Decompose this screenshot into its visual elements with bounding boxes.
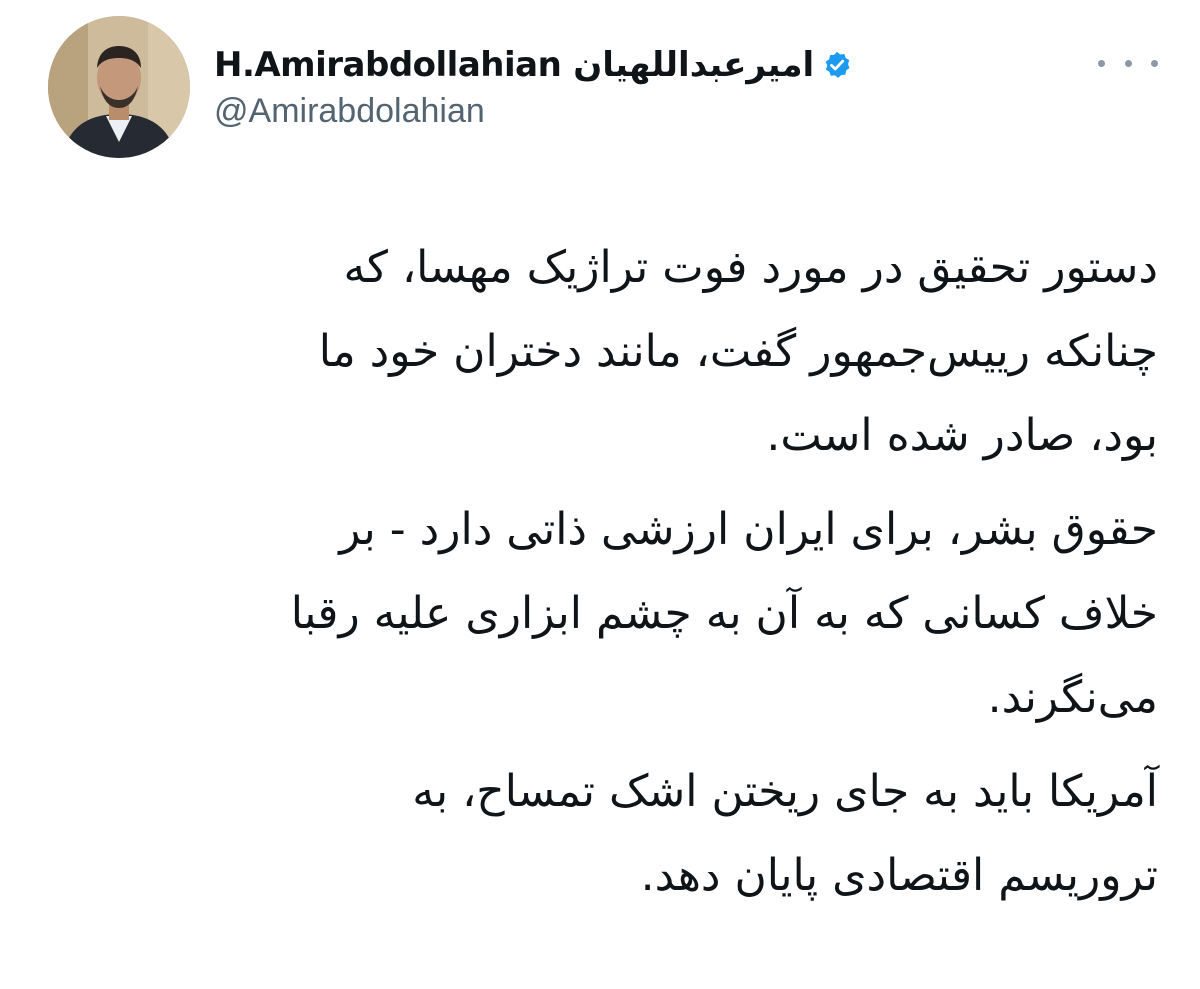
author-names: H.Amirabdollahian امیرعبداللهیان @Amirab… xyxy=(214,42,852,142)
name-row[interactable]: H.Amirabdollahian امیرعبداللهیان xyxy=(214,42,852,88)
tweet-paragraph-3: آمریکا باید به جای ریختن اشک تمساح، به ت… xyxy=(48,750,1158,918)
tweet-line: خلاف کسانی که به آن به چشم ابزاری علیه ر… xyxy=(290,588,1158,639)
display-name-latin[interactable]: H.Amirabdollahian xyxy=(214,45,562,85)
avatar-photo xyxy=(48,16,190,158)
avatar[interactable] xyxy=(48,16,190,158)
tweet-line: دستور تحقیق در مورد فوت تراژیک مهسا، که xyxy=(343,242,1158,293)
verified-badge-icon xyxy=(822,50,852,80)
tweet-text: دستور تحقیق در مورد فوت تراژیک مهسا، که … xyxy=(48,226,1158,928)
tweet-line: آمریکا باید به جای ریختن اشک تمساح، به xyxy=(412,766,1158,817)
tweet: H.Amirabdollahian امیرعبداللهیان @Amirab… xyxy=(0,0,1200,989)
tweet-line: می‌نگرند. xyxy=(987,672,1158,723)
tweet-line: حقوق بشر، برای ایران ارزشی ذاتی دارد - ب… xyxy=(339,504,1158,555)
tweet-line: چنانکه رییس‌جمهور گفت، مانند دختران خود … xyxy=(318,326,1158,377)
tweet-line: تروریسم اقتصادی پایان دهد. xyxy=(640,850,1158,901)
tweet-paragraph-2: حقوق بشر، برای ایران ارزشی ذاتی دارد - ب… xyxy=(48,488,1158,740)
tweet-paragraph-1: دستور تحقیق در مورد فوت تراژیک مهسا، که … xyxy=(48,226,1158,478)
author-handle[interactable]: @Amirabdolahian xyxy=(214,92,852,131)
more-dot xyxy=(1151,59,1158,67)
tweet-header: H.Amirabdollahian امیرعبداللهیان @Amirab… xyxy=(48,16,1158,160)
more-dot xyxy=(1124,59,1132,67)
display-name-persian[interactable]: امیرعبداللهیان xyxy=(573,45,814,85)
tweet-line: بود، صادر شده است. xyxy=(766,410,1158,461)
more-options-icon[interactable] xyxy=(1098,48,1158,78)
more-dot xyxy=(1098,59,1105,67)
